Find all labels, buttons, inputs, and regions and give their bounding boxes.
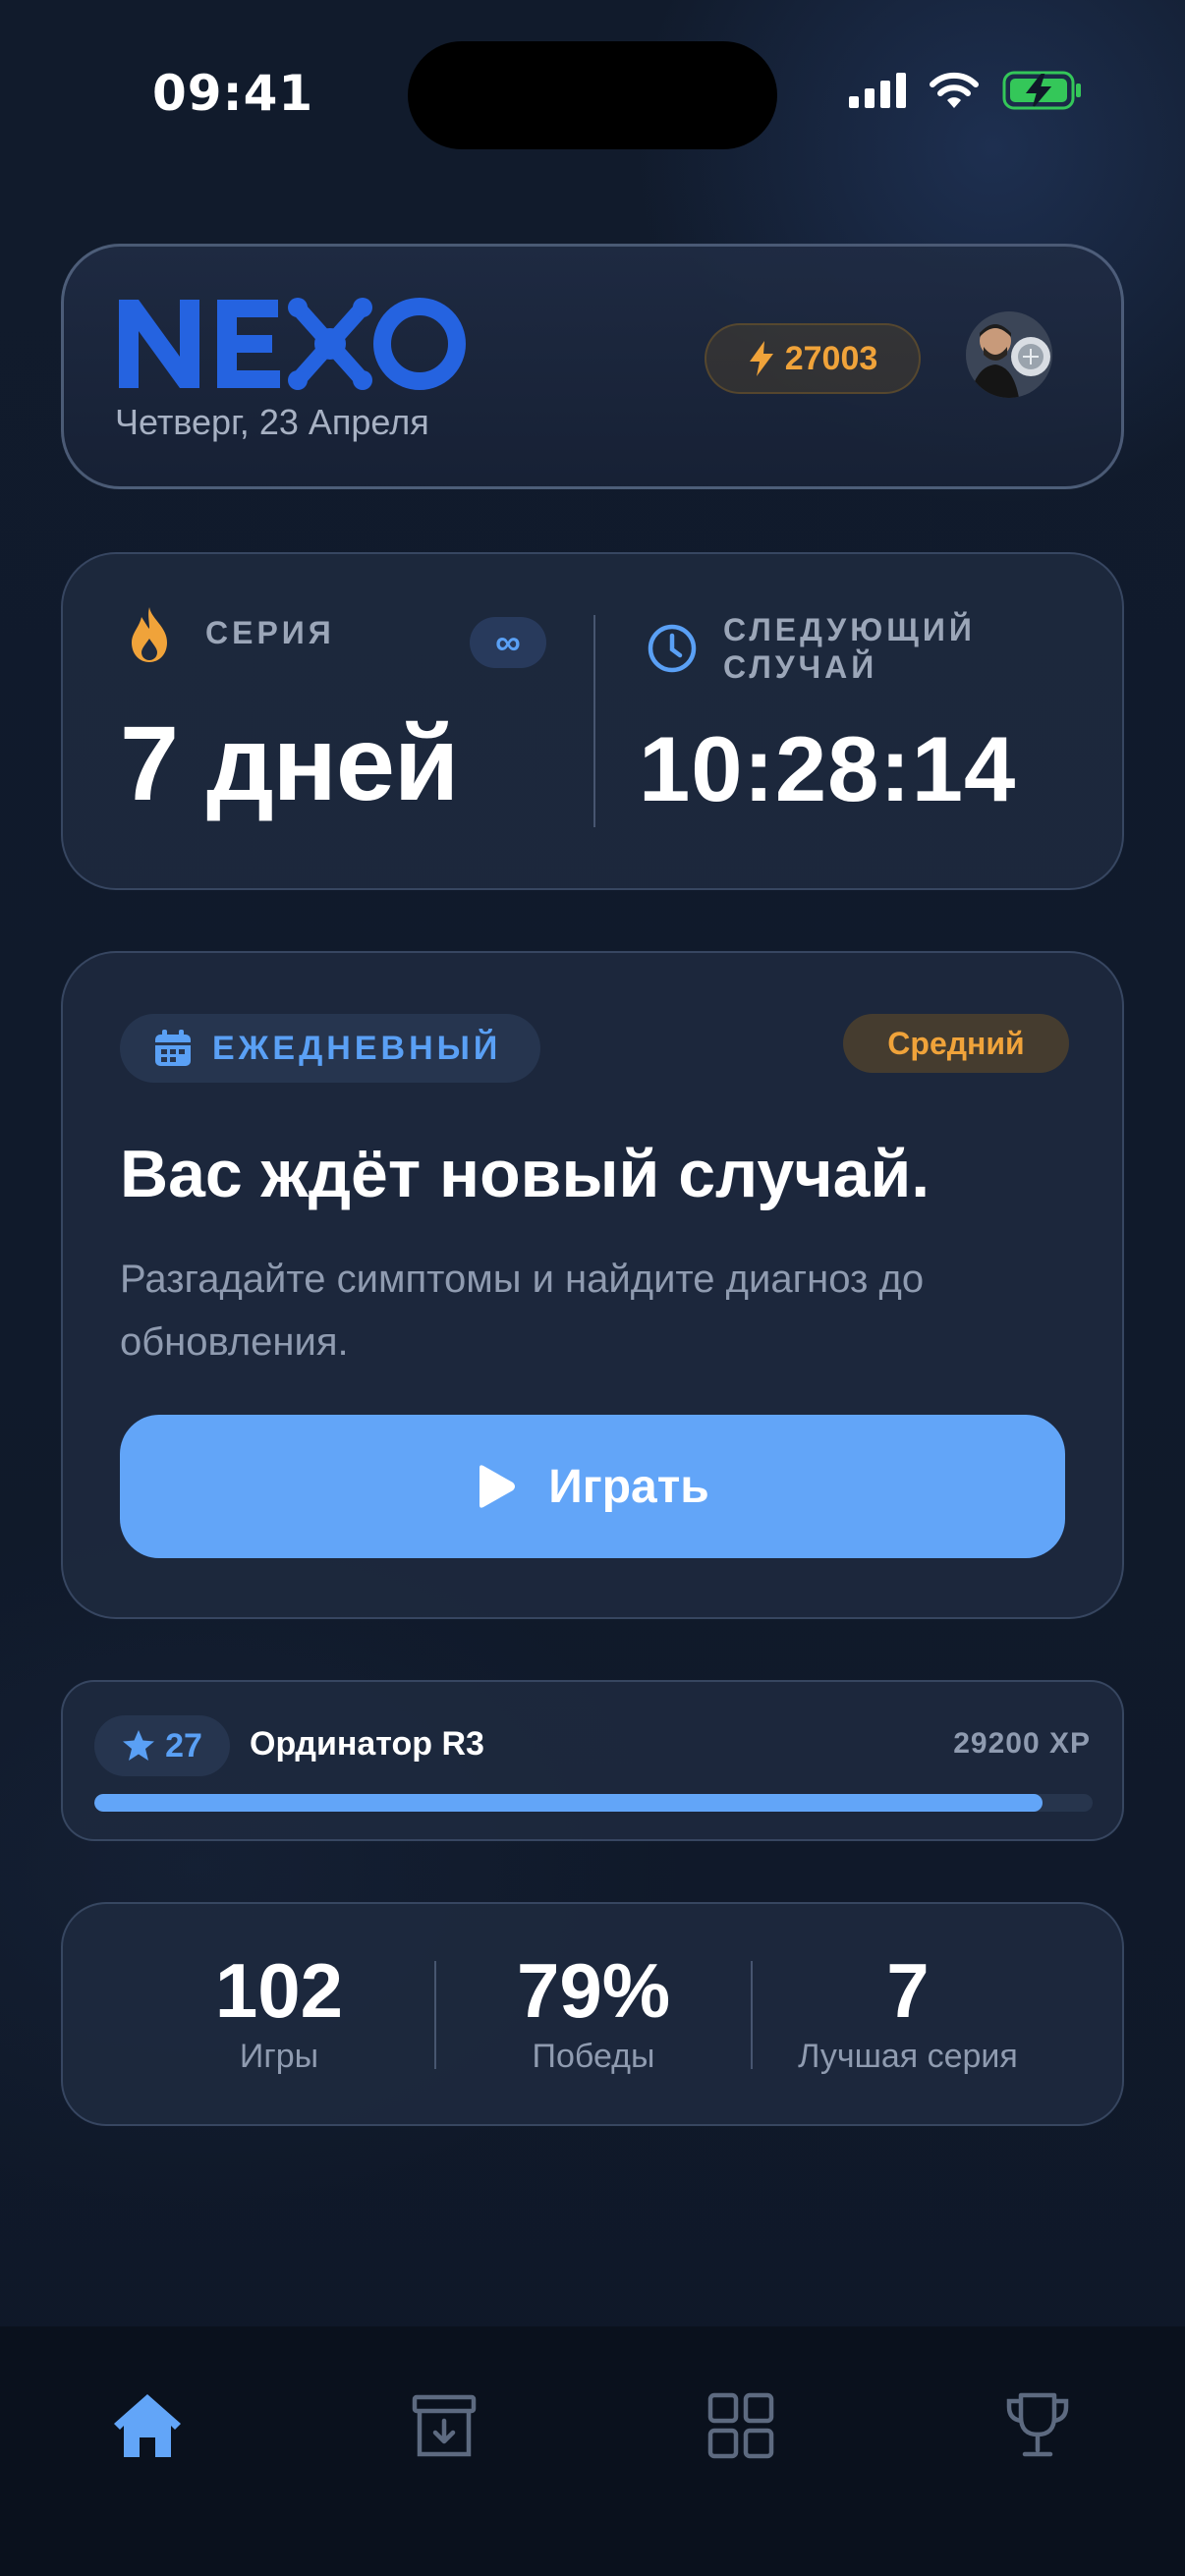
nexo-logo [115,294,469,397]
tab-categories[interactable] [682,2372,800,2480]
home-screen: 09:41 Четверг, 23 Апреля 27003 СЕРИЯ ∞ 7… [0,0,1185,2576]
current-date: Четверг, 23 Апреля [115,402,429,442]
star-icon [123,1730,155,1761]
header-card: Четверг, 23 Апреля 27003 [61,244,1124,489]
trophy-icon [1006,2392,1069,2457]
nexo-logo-mark [119,298,466,390]
streak-value: 7 дней [120,703,459,822]
status-time: 09:41 [152,65,314,122]
tab-bar [0,2326,1185,2576]
xp-points-value: 27003 [784,339,878,377]
stat-best-streak-value: 7 [886,1947,930,2034]
battery-charging-icon [1002,71,1081,110]
xp-points-badge[interactable]: 27003 [705,323,921,394]
calendar-icon [155,1030,191,1066]
xp-progress-track [94,1794,1093,1812]
next-case-label: СЛЕДУЮЩИЙ СЛУЧАЙ [723,612,976,685]
stat-games-value: 102 [214,1947,344,2034]
streak-card: СЕРИЯ ∞ 7 дней СЛЕДУЮЩИЙ СЛУЧАЙ 10:28:14 [61,552,1124,890]
avatar-image [966,311,1052,398]
level-number: 27 [165,1726,202,1764]
rank-name: Ординатор R3 [250,1725,484,1763]
level-badge: 27 [94,1715,230,1776]
xp-total: 29200 XP [953,1727,1091,1760]
stats-card: 102 Игры 79% Победы 7 Лучшая серия [61,1902,1124,2126]
user-avatar[interactable] [966,311,1052,398]
infinity-badge: ∞ [470,617,546,668]
play-button-label: Играть [548,1460,709,1513]
home-icon [114,2394,181,2457]
stat-best-streak-label: Лучшая серия [798,2038,1018,2075]
daily-description: Разгадайте симптомы и найдите диагноз до… [120,1258,925,1364]
stat-wins-label: Победы [532,2038,655,2075]
play-icon [480,1465,516,1508]
level-card[interactable]: 27 Ординатор R3 29200 XP [61,1680,1124,1841]
xp-progress-fill [94,1794,1044,1812]
stat-best-streak: 7 Лучшая серия [751,1949,1065,2076]
difficulty-badge: Средний [843,1014,1069,1073]
dynamic-island [408,41,777,149]
cellular-signal-icon [849,73,906,108]
tab-leaderboard[interactable] [979,2372,1097,2480]
wifi-icon [930,72,979,108]
daily-badge-label: ЕЖЕДНЕВНЫЙ [212,1029,502,1067]
next-case-timer: 10:28:14 [639,717,1017,820]
grid-icon [707,2392,774,2459]
play-button[interactable]: Играть [120,1415,1065,1558]
streak-divider [593,615,595,827]
status-bar: 09:41 [0,0,1185,187]
tab-home[interactable] [88,2372,206,2480]
stat-games: 102 Игры [122,1949,436,2076]
status-icons [849,71,1083,110]
streak-label: СЕРИЯ [205,615,335,650]
lightning-icon [749,341,773,376]
daily-title: Вас ждёт новый случай. [120,1137,931,1211]
clock-icon [648,624,697,673]
flame-icon [132,607,167,662]
daily-case-card: ЕЖЕДНЕВНЫЙ Средний Вас ждёт новый случай… [61,951,1124,1619]
stat-games-label: Игры [239,2038,319,2075]
archive-icon [412,2394,477,2457]
stat-wins: 79% Победы [436,1949,751,2076]
tab-archive[interactable] [385,2372,503,2480]
daily-badge: ЕЖЕДНЕВНЫЙ [120,1014,541,1083]
stat-wins-value: 79% [516,1947,671,2034]
